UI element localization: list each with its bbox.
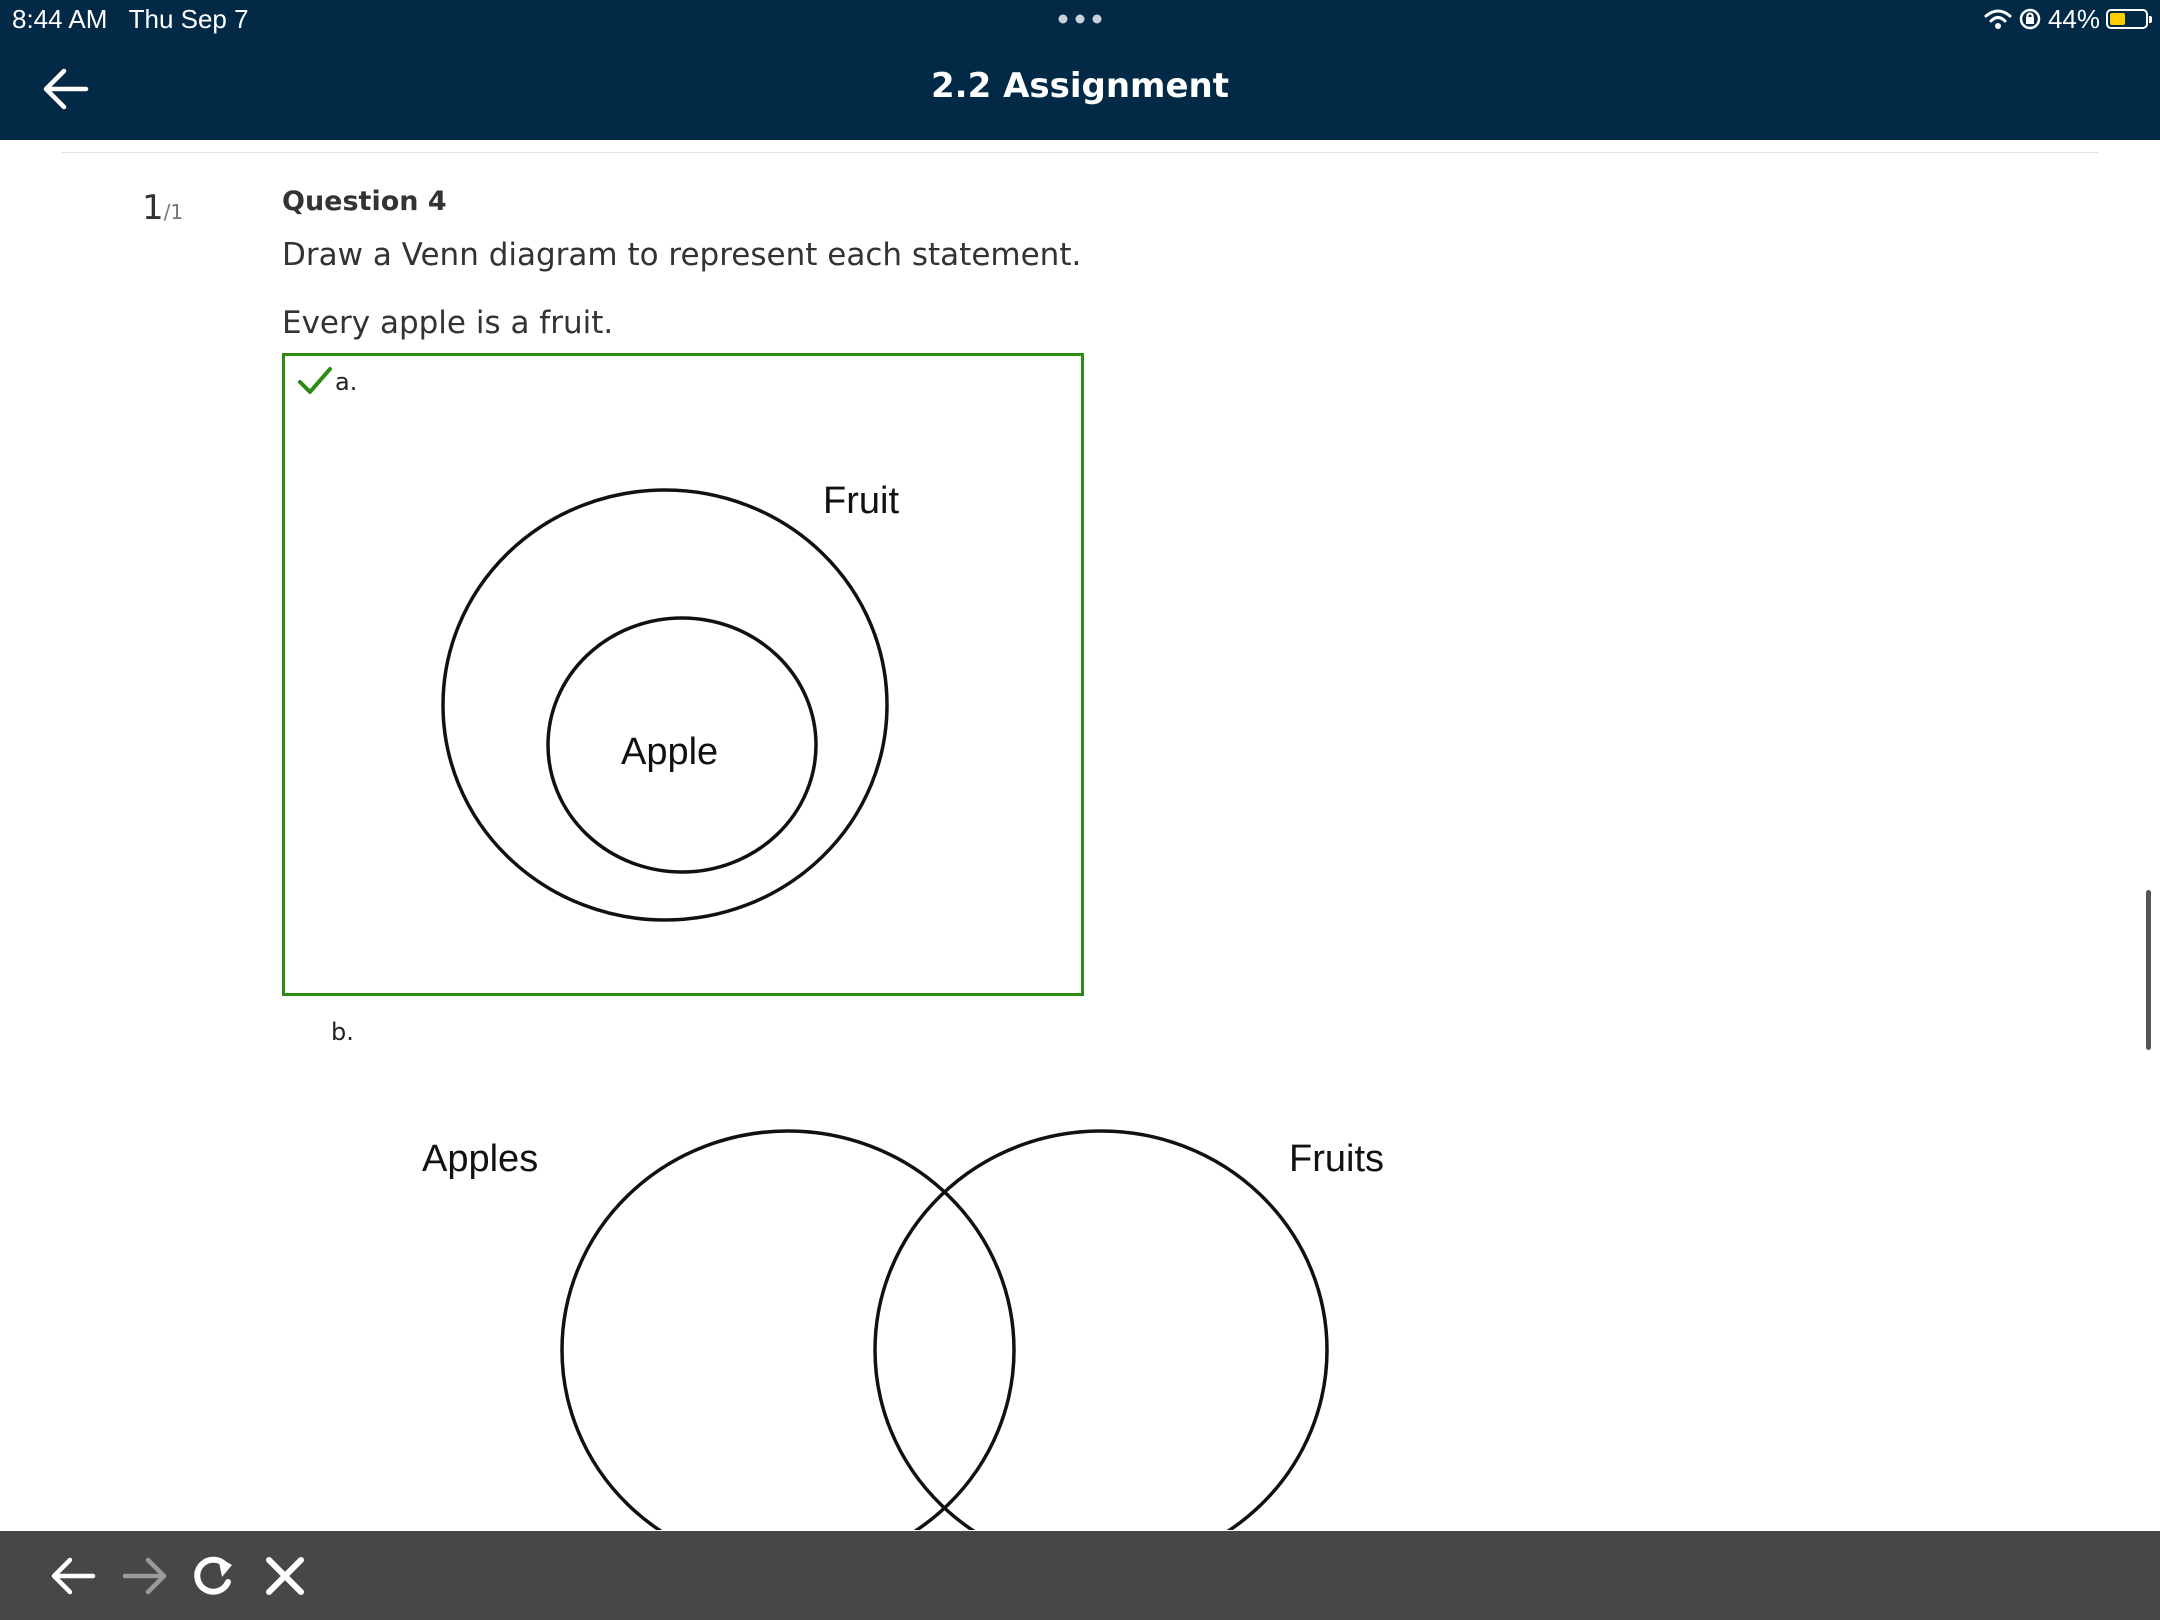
more-dots-icon[interactable] [1058,14,1102,24]
bottom-toolbar [0,1531,2160,1620]
venn-diagram-a: Fruit Apple [441,480,899,922]
answer-option-a[interactable]: a. Fruit Apple [282,353,1084,996]
question-label: Question 4 [282,186,447,217]
battery-icon [2106,9,2152,29]
status-date: Thu Sep 7 [128,4,249,34]
back-arrow-icon[interactable] [48,1551,98,1601]
answer-option-b[interactable]: b. Apples Fruits [282,1000,1442,1530]
status-indicators: 44% [1984,3,2152,35]
orientation-lock-icon [2019,8,2041,30]
battery-percent: 44% [2047,3,2100,34]
score-total: /1 [163,200,184,224]
wifi-icon [1984,9,2012,29]
top-bar: 8:44 AM Thu Sep 7 44% 2.2 Assignment [0,0,2160,140]
reload-icon[interactable] [188,1551,238,1601]
status-time: 8:44 AM Thu Sep 7 [12,4,249,35]
page-title: 2.2 Assignment [931,66,1229,106]
question-statement: Every apple is a fruit. [282,305,614,341]
status-clock: 8:44 AM [12,4,108,34]
score-value: 1 [142,188,164,228]
question-score: 1/1 [142,188,183,228]
venn-diagram-b: Apples Fruits [422,1129,1384,1530]
fruit-label: Fruit [823,480,899,522]
forward-arrow-icon[interactable] [120,1551,170,1601]
fruits-label: Fruits [1289,1138,1384,1180]
scrollbar[interactable] [2146,890,2151,1050]
divider [62,152,2098,153]
close-icon[interactable] [260,1551,310,1601]
apples-label: Apples [422,1138,538,1180]
fruit-circle [441,488,889,922]
question-prompt: Draw a Venn diagram to represent each st… [282,237,1082,273]
apple-label: Apple [621,731,718,773]
